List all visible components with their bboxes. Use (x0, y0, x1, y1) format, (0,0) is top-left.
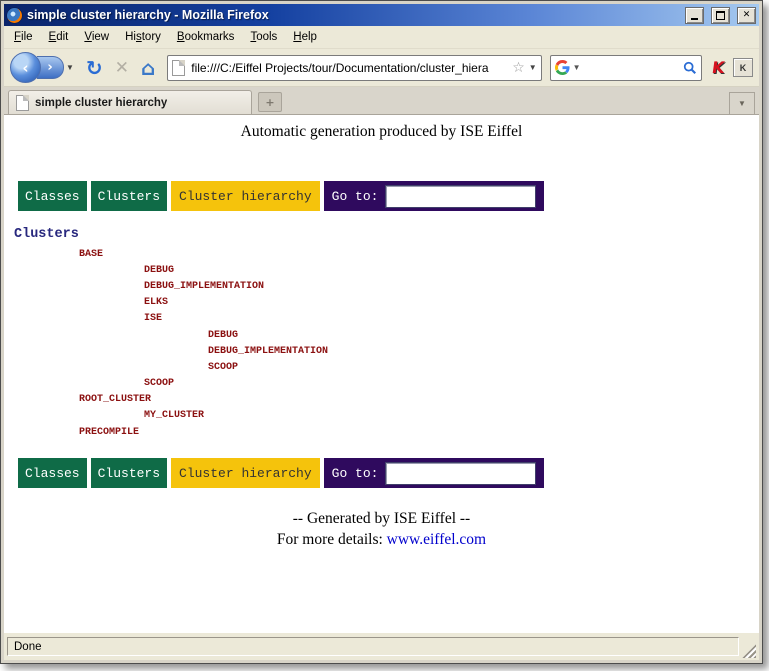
list-all-tabs-button[interactable]: ▼ (729, 92, 755, 114)
minimize-button[interactable] (685, 7, 704, 24)
classes-button-bottom[interactable]: Classes (18, 458, 87, 488)
details-prefix: For more details: (277, 531, 387, 548)
cluster-link[interactable]: ELKS (4, 295, 759, 311)
home-button[interactable]: ⌂ (141, 56, 155, 80)
back-button[interactable]: ‹ (10, 52, 41, 83)
window-title: simple cluster hierarchy - Mozilla Firef… (27, 8, 678, 22)
resize-grip[interactable] (742, 644, 756, 658)
cluster-link[interactable]: MY_CLUSTER (4, 408, 759, 424)
cluster-link[interactable]: DEBUG (4, 327, 759, 343)
reload-button[interactable]: ↻ (86, 56, 103, 80)
search-magnifier-icon[interactable] (683, 61, 697, 75)
address-bar[interactable]: file:///C:/Eiffel Projects/tour/Document… (167, 55, 541, 81)
chevron-down-icon: ▼ (738, 99, 746, 108)
cluster-link[interactable]: SCOOP (4, 376, 759, 392)
search-engine-dropdown[interactable]: ▼ (573, 63, 581, 72)
recent-pages-dropdown[interactable]: ▼ (66, 63, 74, 72)
cluster-hierarchy-button[interactable]: Cluster hierarchy (171, 181, 320, 211)
kaspersky-icon[interactable]: K (710, 58, 725, 77)
status-text: Done (7, 637, 739, 656)
generated-by-line: -- Generated by ISE Eiffel -- (4, 508, 759, 529)
home-icon: ⌂ (141, 56, 155, 80)
status-bar: Done (4, 632, 759, 660)
firefox-icon (7, 8, 22, 23)
menu-edit[interactable]: Edit (41, 28, 77, 46)
clusters-button-bottom[interactable]: Clusters (91, 458, 167, 488)
cluster-link[interactable]: PRECOMPILE (4, 424, 759, 440)
cluster-link[interactable]: ISE (4, 311, 759, 327)
reload-icon: ↻ (86, 56, 103, 80)
desktop: { "window": { "title": "simple cluster h… (0, 0, 769, 671)
maximize-icon (716, 11, 725, 20)
forward-button[interactable]: › (37, 56, 64, 79)
goto-input-top[interactable] (385, 185, 536, 208)
bookmark-star-icon[interactable]: ☆ (512, 60, 525, 76)
menu-help[interactable]: Help (285, 28, 325, 46)
cluster-link[interactable]: DEBUG (4, 262, 759, 278)
goto-input-bottom[interactable] (385, 462, 536, 485)
menu-tools[interactable]: Tools (242, 28, 285, 46)
cluster-link[interactable]: BASE (4, 246, 759, 262)
maximize-button[interactable] (711, 7, 730, 24)
search-bar[interactable]: ▼ (550, 55, 702, 81)
navigation-toolbar: ‹ › ▼ ↻ ✕ ⌂ file:///C:/Eiffel Projects/t… (4, 49, 759, 87)
new-tab-button[interactable]: + (258, 92, 282, 112)
cluster-link[interactable]: ROOT_CLUSTER (4, 392, 759, 408)
stop-button[interactable]: ✕ (115, 58, 129, 78)
address-url[interactable]: file:///C:/Eiffel Projects/tour/Document… (191, 61, 510, 75)
cluster-tree: BASEDEBUGDEBUG_IMPLEMENTATIONELKSISEDEBU… (4, 246, 759, 440)
google-icon[interactable] (555, 60, 570, 75)
cluster-link[interactable]: DEBUG_IMPLEMENTATION (4, 343, 759, 359)
menu-view[interactable]: View (76, 28, 117, 46)
page-title: Automatic generation produced by ISE Eif… (4, 123, 759, 141)
page-footer: -- Generated by ISE Eiffel -- For more d… (4, 508, 759, 550)
page-icon (172, 60, 185, 76)
bottom-nav-row: Classes Clusters Cluster hierarchy Go to… (18, 458, 544, 488)
clusters-heading: Clusters (14, 227, 79, 242)
close-button[interactable]: ✕ (737, 7, 756, 24)
stop-icon: ✕ (115, 58, 129, 78)
keyboard-icon: K (740, 63, 747, 73)
cluster-link[interactable]: SCOOP (4, 359, 759, 375)
forward-icon: › (47, 60, 52, 75)
new-tab-icon: + (265, 96, 274, 109)
history-navigation: ‹ › ▼ (10, 52, 74, 83)
clusters-button[interactable]: Clusters (91, 181, 167, 211)
tab-bar: simple cluster hierarchy + ▼ (4, 87, 759, 115)
top-nav-row: Classes Clusters Cluster hierarchy Go to… (18, 181, 544, 211)
back-icon: ‹ (22, 59, 28, 77)
address-dropdown[interactable]: ▼ (529, 63, 537, 72)
menu-history[interactable]: History (117, 28, 169, 46)
keyboard-toolbar-button[interactable]: K (733, 58, 753, 77)
title-bar[interactable]: simple cluster hierarchy - Mozilla Firef… (4, 4, 759, 26)
tab-label: simple cluster hierarchy (35, 97, 167, 109)
cluster-link[interactable]: DEBUG_IMPLEMENTATION (4, 278, 759, 294)
firefox-window: simple cluster hierarchy - Mozilla Firef… (0, 0, 763, 664)
menu-bookmarks[interactable]: Bookmarks (169, 28, 243, 46)
menu-file[interactable]: File (6, 28, 41, 46)
tab-simple-cluster-hierarchy[interactable]: simple cluster hierarchy (8, 90, 252, 114)
goto-label: Go to: (332, 189, 379, 204)
close-icon: ✕ (743, 10, 751, 20)
tab-page-icon (16, 95, 29, 111)
details-line: For more details: www.eiffel.com (4, 529, 759, 550)
menu-bar: FileEditViewHistoryBookmarksToolsHelp (4, 26, 759, 49)
goto-box-bottom: Go to: (324, 458, 545, 488)
search-input[interactable] (584, 58, 683, 78)
minimize-icon (691, 18, 698, 20)
goto-box: Go to: (324, 181, 545, 211)
eiffel-com-link[interactable]: www.eiffel.com (387, 531, 486, 548)
classes-button[interactable]: Classes (18, 181, 87, 211)
goto-label-bottom: Go to: (332, 466, 379, 481)
page-content: Automatic generation produced by ISE Eif… (4, 115, 759, 632)
cluster-hierarchy-button-bottom[interactable]: Cluster hierarchy (171, 458, 320, 488)
